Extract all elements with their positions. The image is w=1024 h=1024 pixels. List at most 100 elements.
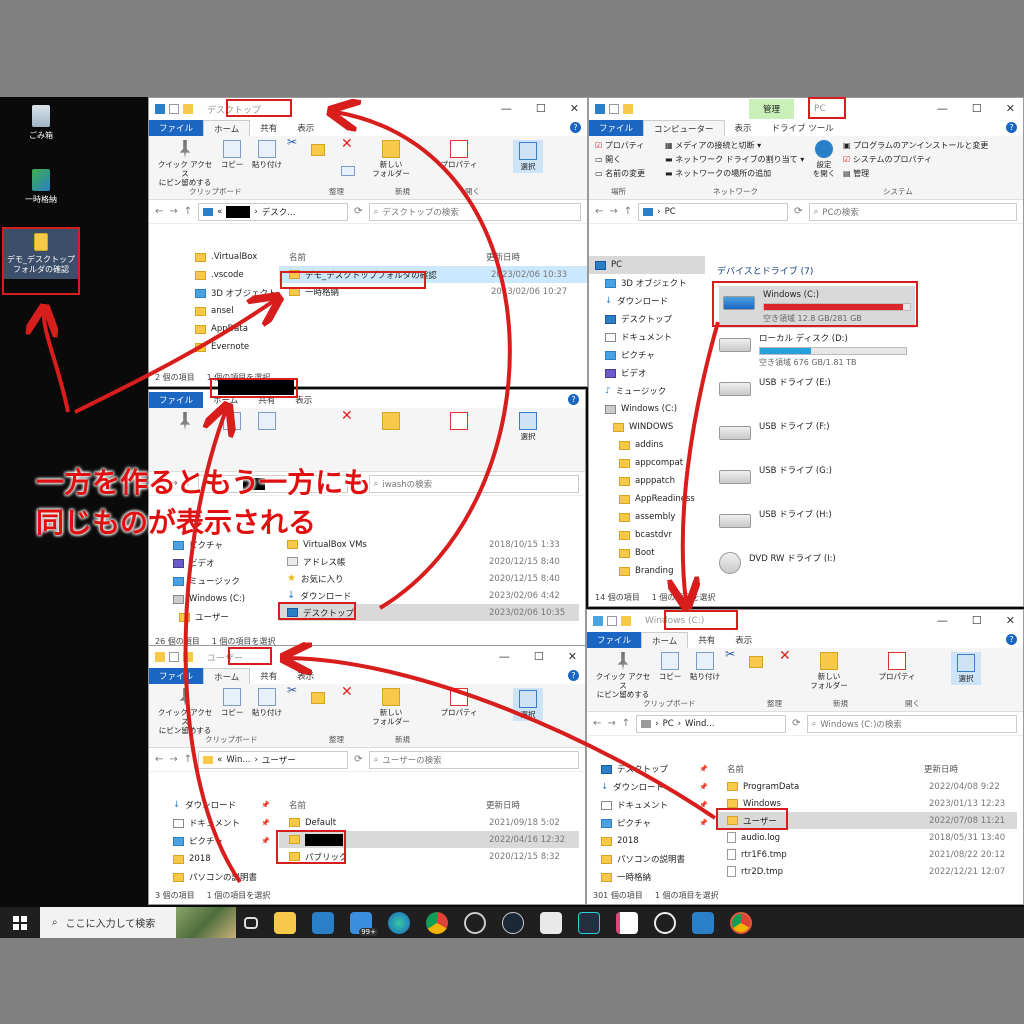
drive-c[interactable]: Windows (C:) 空き領域 12.8 GB/281 GB bbox=[719, 286, 915, 328]
nav-item[interactable]: ↓ ダウンロード 📌 bbox=[587, 778, 712, 796]
file-row[interactable]: rtr1F6.tmp 2021/08/22 20:12 bbox=[717, 846, 1017, 863]
maximize-icon[interactable]: ☐ bbox=[972, 614, 982, 627]
move-to-icon[interactable] bbox=[311, 144, 325, 158]
desktop-icon-demo-folder[interactable]: デモ_デスクトップフォルダの確認 bbox=[4, 229, 78, 279]
copy-button[interactable]: コピー bbox=[657, 652, 683, 681]
column-header-date[interactable]: 更新日時 bbox=[486, 799, 520, 811]
search-box[interactable]: ⌕ ユーザーの検索 bbox=[368, 750, 579, 769]
forward-icon[interactable]: → bbox=[169, 206, 177, 217]
refresh-icon[interactable]: ⟳ bbox=[794, 206, 802, 217]
tab-share[interactable]: 共有 bbox=[250, 120, 287, 136]
title-bar[interactable]: Windows (C:) — ☐ ✕ bbox=[587, 610, 1023, 632]
file-explorer-icon[interactable] bbox=[274, 911, 296, 934]
address-bar[interactable]: « Win... › ユーザー bbox=[198, 750, 349, 769]
drive-g[interactable]: USB ドライブ (G:) bbox=[719, 464, 832, 484]
nav-item[interactable]: 2018 bbox=[149, 850, 274, 868]
nav-item[interactable]: appcompat bbox=[589, 454, 705, 472]
copy-button[interactable]: コピー bbox=[219, 688, 245, 717]
drive-h[interactable]: USB ドライブ (H:) bbox=[719, 508, 832, 528]
search-box[interactable]: ⌕ デスクトップの検索 bbox=[368, 202, 581, 221]
folder-icon[interactable] bbox=[621, 616, 631, 626]
paste-button[interactable]: 貼り付け bbox=[687, 652, 723, 681]
refresh-icon[interactable]: ⟳ bbox=[354, 754, 362, 765]
file-row[interactable]: パブリック 2020/12/15 8:32 bbox=[279, 848, 579, 865]
maximize-icon[interactable]: ☐ bbox=[534, 650, 544, 663]
tab-file[interactable]: ファイル bbox=[149, 668, 204, 684]
file-row[interactable]: ★ お気に入り 2020/12/15 8:40 bbox=[279, 570, 579, 587]
explorer-window-users[interactable]: ユーザー — ☐ ✕ ファイル ホーム 共有 表示 ? クイック アクセス にピン留… bbox=[148, 645, 586, 905]
properties-icon[interactable] bbox=[607, 616, 617, 626]
back-icon[interactable]: ← bbox=[155, 206, 163, 217]
nav-item[interactable]: .vscode bbox=[149, 266, 274, 284]
file-row[interactable]: Windows 2023/01/13 12:23 bbox=[717, 795, 1017, 812]
delete-icon[interactable]: ✕ bbox=[341, 137, 353, 151]
search-box[interactable]: ⌕ iwashの検索 bbox=[368, 474, 579, 493]
move-to-icon[interactable] bbox=[749, 656, 763, 670]
app-swirl-icon[interactable] bbox=[464, 911, 486, 934]
title-bar[interactable]: デスクトップ — ☐ ✕ bbox=[149, 98, 587, 120]
nav-item[interactable]: デスクトップ 📌 bbox=[587, 760, 712, 778]
close-icon[interactable]: ✕ bbox=[568, 650, 577, 663]
context-tab-manage[interactable]: 管理 bbox=[749, 99, 795, 119]
nav-item[interactable]: 2018 bbox=[587, 832, 712, 850]
folder-icon[interactable] bbox=[183, 104, 193, 114]
delete-icon[interactable]: ✕ bbox=[779, 649, 791, 663]
paste-button[interactable]: 貼り付け bbox=[249, 688, 285, 717]
tab-view[interactable]: 表示 bbox=[287, 120, 324, 136]
nav-item[interactable]: ピクチャ bbox=[589, 346, 705, 364]
paste-button[interactable]: 貼り付け bbox=[249, 140, 285, 169]
open-settings-button[interactable]: 設定 を開く bbox=[811, 140, 837, 178]
folder-icon[interactable] bbox=[623, 104, 633, 114]
cut-icon[interactable]: ✂ bbox=[725, 648, 735, 660]
refresh-icon[interactable]: ⟳ bbox=[354, 206, 362, 217]
steam-icon[interactable] bbox=[502, 911, 524, 934]
properties-button[interactable]: ☑ プロパティ bbox=[595, 140, 644, 151]
select-button[interactable]: 選択 bbox=[951, 652, 981, 685]
properties-icon[interactable] bbox=[169, 104, 179, 114]
search-box[interactable]: ⌕ PCの検索 bbox=[808, 202, 1017, 221]
nav-item[interactable]: ミュージック bbox=[149, 572, 274, 590]
nav-item[interactable]: Branding bbox=[589, 562, 705, 580]
system-properties-button[interactable]: ☑ システムのプロパティ bbox=[843, 154, 932, 165]
map-network-drive-button[interactable]: ▬ ネットワーク ドライブの割り当て ▾ bbox=[665, 154, 804, 165]
mail-icon[interactable]: 99+ bbox=[350, 911, 378, 936]
folder-icon[interactable] bbox=[183, 652, 193, 662]
minimize-icon[interactable]: — bbox=[937, 102, 948, 115]
tab-home[interactable]: ホーム bbox=[641, 632, 689, 648]
file-row[interactable]: ProgramData 2022/04/08 9:22 bbox=[717, 778, 1017, 795]
nav-item-pc[interactable]: PC bbox=[589, 256, 705, 274]
paste-button[interactable] bbox=[249, 412, 285, 432]
new-folder-button[interactable]: 新しい フォルダー bbox=[371, 688, 411, 726]
file-row[interactable]: アドレス帳 2020/12/15 8:40 bbox=[279, 553, 579, 570]
delete-icon[interactable]: ✕ bbox=[341, 409, 353, 423]
address-bar[interactable]: « › デスク... bbox=[198, 202, 349, 221]
file-row[interactable]: 2022/04/16 12:32 bbox=[279, 831, 579, 848]
nav-item[interactable]: AppData bbox=[149, 320, 274, 338]
nav-item[interactable]: ピクチャ 📌 bbox=[149, 832, 274, 850]
explorer-window-c-drive[interactable]: Windows (C:) — ☐ ✕ ファイル ホーム 共有 表示 ? クイック ア… bbox=[586, 609, 1024, 905]
select-button[interactable]: 選択 bbox=[513, 688, 543, 721]
help-icon[interactable]: ? bbox=[568, 670, 579, 681]
forward-icon[interactable]: → bbox=[169, 754, 177, 765]
close-icon[interactable]: ✕ bbox=[1006, 102, 1015, 115]
tab-file[interactable]: ファイル bbox=[589, 120, 644, 136]
select-button[interactable]: 選択 bbox=[513, 412, 543, 441]
cut-icon[interactable]: ✂ bbox=[287, 684, 297, 696]
copy-button[interactable] bbox=[219, 412, 245, 432]
start-button[interactable] bbox=[0, 907, 40, 938]
properties-button[interactable] bbox=[439, 412, 479, 432]
rename-icon[interactable] bbox=[341, 166, 355, 178]
close-icon[interactable]: ✕ bbox=[1006, 614, 1015, 627]
maximize-icon[interactable]: ☐ bbox=[972, 102, 982, 115]
tab-home[interactable]: ホーム bbox=[203, 668, 251, 684]
pin-quick-access-button[interactable] bbox=[155, 412, 215, 432]
help-icon[interactable]: ? bbox=[568, 394, 579, 405]
nav-item[interactable]: パソコンの説明書 bbox=[149, 868, 274, 886]
help-icon[interactable]: ? bbox=[570, 122, 581, 133]
minimize-icon[interactable]: — bbox=[501, 102, 512, 115]
cut-icon[interactable]: ✂ bbox=[287, 136, 297, 148]
properties-button[interactable]: プロパティ bbox=[439, 688, 479, 717]
column-header-date[interactable]: 更新日時 bbox=[486, 251, 520, 263]
file-row[interactable]: デスクトップ 2023/02/06 10:35 bbox=[279, 604, 579, 621]
column-header-date[interactable]: 更新日時 bbox=[924, 763, 958, 775]
